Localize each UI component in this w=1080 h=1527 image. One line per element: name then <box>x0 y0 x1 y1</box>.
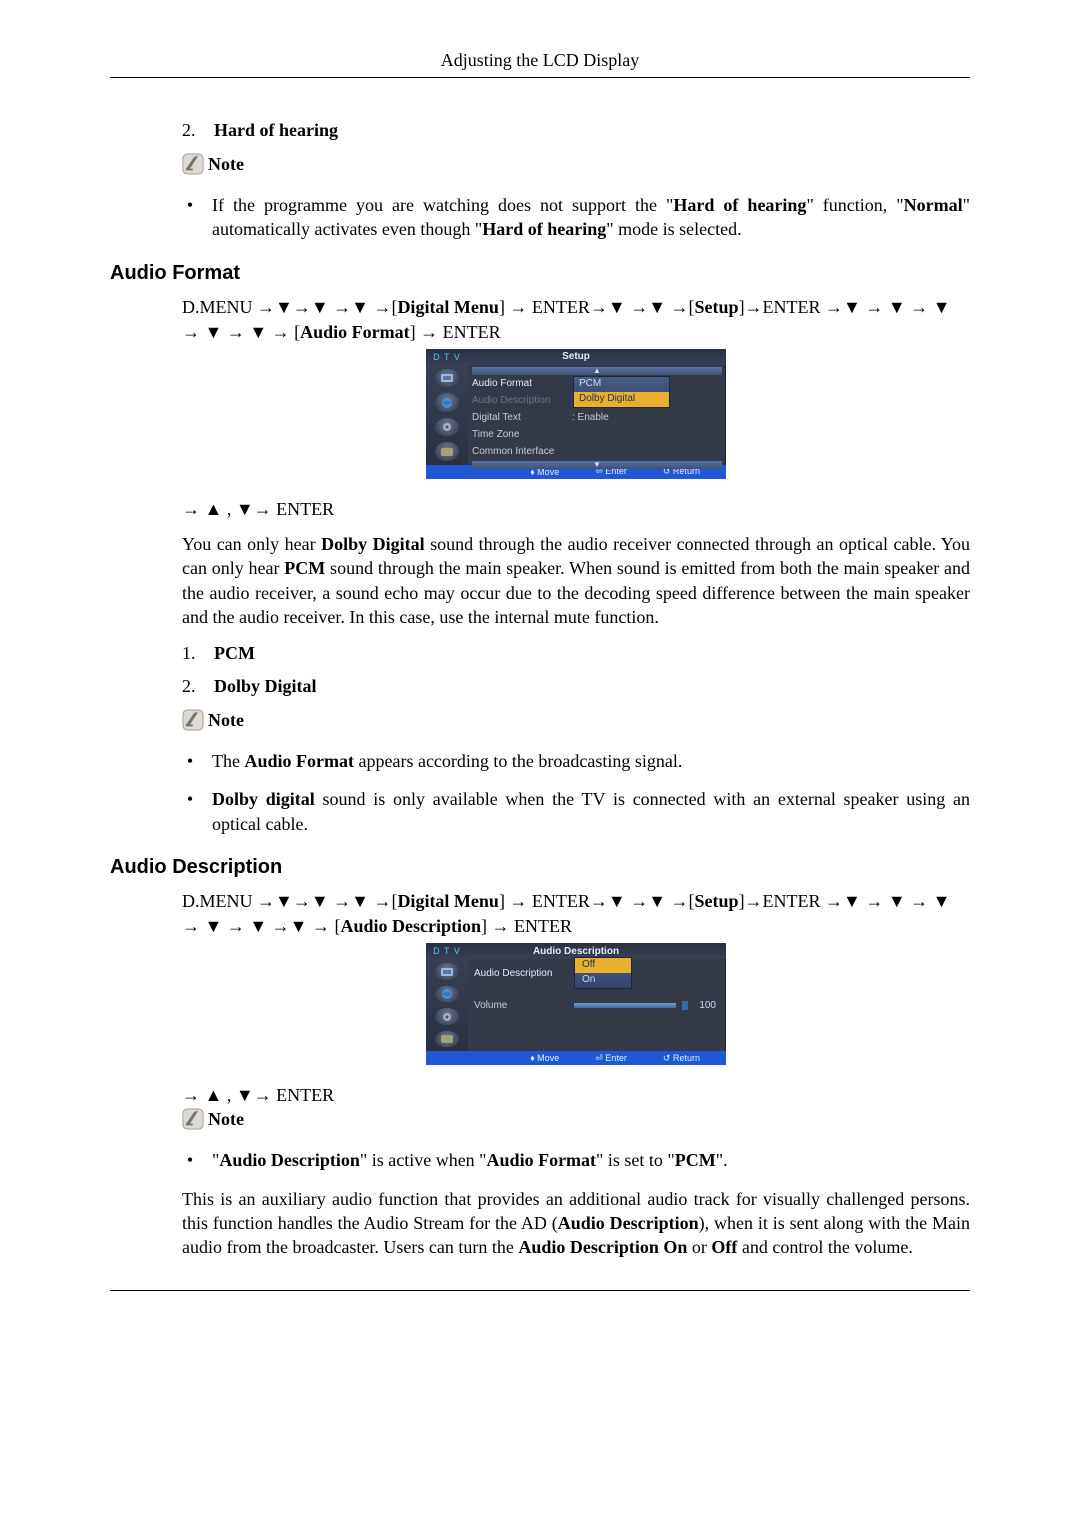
bullet-af-optical: • Dolby digital sound is only available … <box>182 787 970 836</box>
nav-path-audio-description: D.MENU →▼→▼ →▼ →[Digital Menu] → ENTER→▼… <box>182 889 970 939</box>
osd-row-volume[interactable]: Volume 100 <box>474 997 720 1013</box>
bullet-dot: • <box>182 193 198 242</box>
osd-foot-return: ↺ Return <box>663 1053 700 1064</box>
nav-select-ad: → ▲ , ▼→ ENTER <box>182 1085 970 1106</box>
dd-item-pcm[interactable]: PCM <box>574 377 669 392</box>
nav-select-af: → ▲ , ▼→ ENTER <box>182 499 970 520</box>
osd-sidebar <box>426 959 468 1051</box>
osd-dtv-label: D T V <box>426 946 468 956</box>
bullet-text: If the programme you are watching does n… <box>212 193 970 242</box>
osd-foot-move: ♦ Move <box>530 1053 559 1063</box>
volume-thumb[interactable] <box>682 1001 688 1010</box>
osd-dropdown-audio-format[interactable]: PCM Dolby Digital <box>573 376 670 408</box>
list-number: 2. <box>182 120 198 141</box>
note-label: Note <box>208 154 244 175</box>
osd-row-digital-text[interactable]: Digital Text : Enable <box>472 410 722 426</box>
list-item-hard-of-hearing: 2. Hard of hearing <box>182 120 970 141</box>
osd-setup: D T V Setup <box>426 349 726 479</box>
heading-audio-description: Audio Description <box>110 856 970 879</box>
osd-sidebar <box>426 365 468 465</box>
note-row-ad: Note <box>182 1108 970 1130</box>
list-item-pcm: 1. PCM <box>182 643 970 664</box>
bullet-af-signal: • The Audio Format appears according to … <box>182 749 970 773</box>
para-audio-format: You can only hear Dolby Digital sound th… <box>182 532 970 629</box>
list-item-dolby: 2. Dolby Digital <box>182 676 970 697</box>
sidebar-icon-gear[interactable] <box>435 418 459 437</box>
osd-dropdown-ad[interactable]: Off On <box>574 957 632 989</box>
bullet-hoh-normal: • If the programme you are watching does… <box>182 193 970 242</box>
dd-item-dolby[interactable]: Dolby Digital <box>574 392 669 407</box>
sidebar-icon-language[interactable] <box>435 1031 459 1048</box>
sidebar-icon-language[interactable] <box>435 442 459 461</box>
page-header: Adjusting the LCD Display <box>110 50 970 78</box>
note-row-af: Note <box>182 709 970 731</box>
heading-audio-format: Audio Format <box>110 262 970 285</box>
sidebar-icon-picture[interactable] <box>435 369 459 388</box>
osd-row-time-zone[interactable]: Time Zone <box>472 427 722 443</box>
osd-foot-enter: ⏎ Enter <box>595 1053 627 1064</box>
note-icon <box>182 709 204 731</box>
osd-row-common-interface[interactable]: Common Interface <box>472 444 722 460</box>
note-row: Note <box>182 153 970 175</box>
note-label: Note <box>208 1109 244 1130</box>
volume-value: 100 <box>694 1000 720 1011</box>
dd-item-off[interactable]: Off <box>575 958 631 973</box>
dd-item-on[interactable]: On <box>575 973 631 988</box>
footer-rule <box>110 1290 970 1291</box>
osd-title: Setup <box>468 351 684 362</box>
volume-bar[interactable] <box>574 1003 676 1008</box>
sidebar-icon-globe[interactable] <box>435 393 459 412</box>
osd-footer: ♦ Move ⏎ Enter ↺ Return <box>426 1051 726 1065</box>
note-label: Note <box>208 710 244 731</box>
osd-row-ad[interactable]: Audio Description Off On <box>474 965 720 981</box>
para-audio-description: This is an auxiliary audio function that… <box>182 1187 970 1260</box>
sidebar-icon-globe[interactable] <box>435 986 459 1003</box>
osd-audio-description: D T V Audio Description <box>426 943 726 1065</box>
bullet-ad-pcm: • "Audio Description" is active when "Au… <box>182 1148 970 1172</box>
note-icon <box>182 153 204 175</box>
osd-scroll-up[interactable]: ▲ <box>472 367 722 375</box>
note-icon <box>182 1108 204 1130</box>
list-label: Hard of hearing <box>214 120 338 141</box>
sidebar-icon-picture[interactable] <box>435 963 459 980</box>
nav-path-audio-format: D.MENU →▼→▼ →▼ →[Digital Menu] → ENTER→▼… <box>182 295 970 345</box>
sidebar-icon-gear[interactable] <box>435 1008 459 1025</box>
osd-scroll-down[interactable]: ▼ <box>472 461 722 469</box>
osd-dtv-label: D T V <box>426 352 468 362</box>
osd-title: Audio Description <box>468 946 684 957</box>
